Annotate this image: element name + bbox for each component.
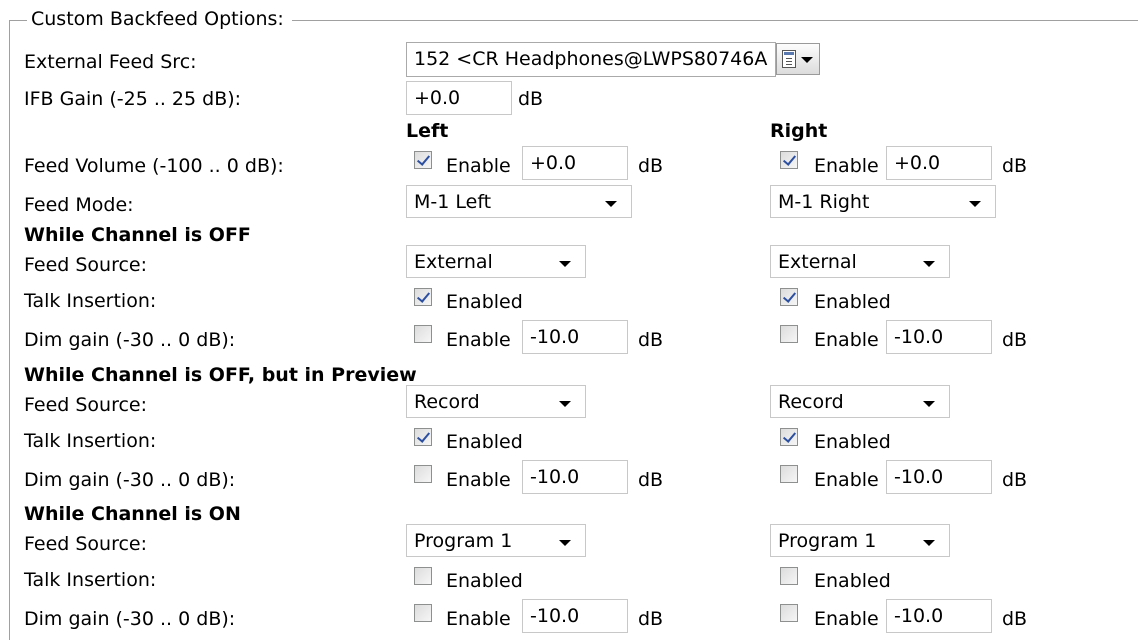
dim-gain-left-enable-label: Enable [446, 608, 511, 630]
section-title: While Channel is OFF, but in Preview [24, 364, 417, 386]
feed-volume-right-enable-checkbox[interactable] [780, 151, 798, 169]
feed-source-right-value: Record [778, 391, 844, 413]
feed-volume-left-enable-checkbox[interactable] [414, 151, 432, 169]
talk-insertion-label: Talk Insertion: [24, 569, 157, 591]
chevron-down-icon [923, 540, 935, 546]
dim-gain-left-enable-checkbox[interactable] [414, 465, 432, 483]
dim-gain-left-input[interactable]: -10.0 [522, 599, 628, 633]
dim-gain-label: Dim gain (-30 .. 0 dB): [24, 608, 236, 630]
feed-source-label: Feed Source: [24, 254, 148, 276]
dim-gain-right-input[interactable]: -10.0 [886, 460, 992, 494]
talk-insertion-right-label: Enabled [814, 570, 891, 592]
column-header-left: Left [406, 120, 449, 142]
dim-gain-left-enable-label: Enable [446, 329, 511, 351]
talk-insertion-left-label: Enabled [446, 570, 523, 592]
talk-insertion-left-checkbox[interactable] [414, 428, 432, 446]
group-frame-top [9, 20, 27, 21]
dim-gain-right-unit: dB [1002, 608, 1028, 630]
talk-insertion-right-label: Enabled [814, 431, 891, 453]
dim-gain-left-enable-checkbox[interactable] [414, 604, 432, 622]
talk-insertion-label: Talk Insertion: [24, 430, 157, 452]
chevron-down-icon [969, 201, 981, 207]
group-title: Custom Backfeed Options: [27, 8, 288, 30]
feed-volume-left-input[interactable]: +0.0 [522, 146, 628, 180]
dim-gain-right-input[interactable]: -10.0 [886, 599, 992, 633]
feed-source-left-select[interactable]: Record [406, 385, 586, 418]
feed-source-label: Feed Source: [24, 533, 148, 555]
dim-gain-left-input[interactable]: -10.0 [522, 460, 628, 494]
feed-source-left-value: External [414, 251, 493, 273]
external-feed-field[interactable]: 152 <CR Headphones@LWPS80746A [406, 42, 776, 77]
talk-insertion-right-checkbox[interactable] [780, 567, 798, 585]
dim-gain-right-enable-label: Enable [814, 329, 879, 351]
section-title: While Channel is OFF [24, 224, 251, 246]
chevron-down-icon [605, 201, 617, 207]
ifb-gain-unit: dB [518, 88, 544, 110]
dim-gain-left-enable-checkbox[interactable] [414, 325, 432, 343]
feed-source-right-select[interactable]: Record [770, 385, 950, 418]
feed-source-left-select[interactable]: External [406, 245, 586, 278]
dim-gain-left-unit: dB [638, 329, 664, 351]
chevron-down-icon [923, 401, 935, 407]
talk-insertion-right-label: Enabled [814, 291, 891, 313]
dim-gain-right-enable-label: Enable [814, 469, 879, 491]
dim-gain-right-enable-checkbox[interactable] [780, 465, 798, 483]
feed-source-right-select[interactable]: Program 1 [770, 524, 950, 557]
feed-source-label: Feed Source: [24, 394, 148, 416]
feed-volume-right-input[interactable]: +0.0 [886, 146, 992, 180]
chevron-down-icon [801, 57, 813, 63]
dim-gain-label: Dim gain (-30 .. 0 dB): [24, 469, 236, 491]
table-dropdown-icon [782, 50, 796, 68]
dim-gain-left-input[interactable]: -10.0 [522, 320, 628, 354]
talk-insertion-right-checkbox[interactable] [780, 428, 798, 446]
feed-volume-right-enable-label: Enable [814, 155, 879, 177]
group-frame-left [9, 20, 10, 640]
feed-mode-left-select[interactable]: M-1 Left [406, 185, 632, 218]
feed-source-right-value: External [778, 251, 857, 273]
column-header-right: Right [770, 120, 828, 142]
chevron-down-icon [559, 261, 571, 267]
ifb-gain-label: IFB Gain (-25 .. 25 dB): [24, 88, 242, 110]
talk-insertion-left-label: Enabled [446, 431, 523, 453]
dim-gain-right-enable-checkbox[interactable] [780, 604, 798, 622]
feed-mode-right-select[interactable]: M-1 Right [770, 185, 996, 218]
feed-mode-right-value: M-1 Right [778, 191, 870, 213]
talk-insertion-left-checkbox[interactable] [414, 567, 432, 585]
external-feed-browse-button[interactable] [776, 43, 820, 75]
chevron-down-icon [923, 261, 935, 267]
talk-insertion-label: Talk Insertion: [24, 290, 157, 312]
feed-source-left-select[interactable]: Program 1 [406, 524, 586, 557]
feed-source-right-value: Program 1 [778, 530, 877, 552]
feed-volume-left-enable-label: Enable [446, 155, 511, 177]
feed-source-left-value: Record [414, 391, 480, 413]
talk-insertion-right-checkbox[interactable] [780, 288, 798, 306]
feed-mode-label: Feed Mode: [24, 194, 134, 216]
dim-gain-label: Dim gain (-30 .. 0 dB): [24, 329, 236, 351]
chevron-down-icon [559, 540, 571, 546]
feed-source-left-value: Program 1 [414, 530, 513, 552]
chevron-down-icon [559, 401, 571, 407]
dim-gain-right-enable-label: Enable [814, 608, 879, 630]
talk-insertion-left-checkbox[interactable] [414, 288, 432, 306]
feed-volume-left-unit: dB [638, 155, 664, 177]
dim-gain-right-input[interactable]: -10.0 [886, 320, 992, 354]
dim-gain-right-unit: dB [1002, 329, 1028, 351]
feed-volume-right-unit: dB [1002, 155, 1028, 177]
feed-mode-left-value: M-1 Left [414, 191, 492, 213]
dim-gain-left-enable-label: Enable [446, 469, 511, 491]
feed-source-right-select[interactable]: External [770, 245, 950, 278]
external-feed-label: External Feed Src: [24, 51, 197, 73]
section-title: While Channel is ON [24, 503, 241, 525]
group-frame-top-right [292, 20, 1138, 21]
dim-gain-right-unit: dB [1002, 469, 1028, 491]
dim-gain-left-unit: dB [638, 469, 664, 491]
dim-gain-right-enable-checkbox[interactable] [780, 325, 798, 343]
feed-volume-label: Feed Volume (-100 .. 0 dB): [24, 155, 284, 177]
ifb-gain-input[interactable]: +0.0 [406, 81, 512, 115]
dim-gain-left-unit: dB [638, 608, 664, 630]
talk-insertion-left-label: Enabled [446, 291, 523, 313]
